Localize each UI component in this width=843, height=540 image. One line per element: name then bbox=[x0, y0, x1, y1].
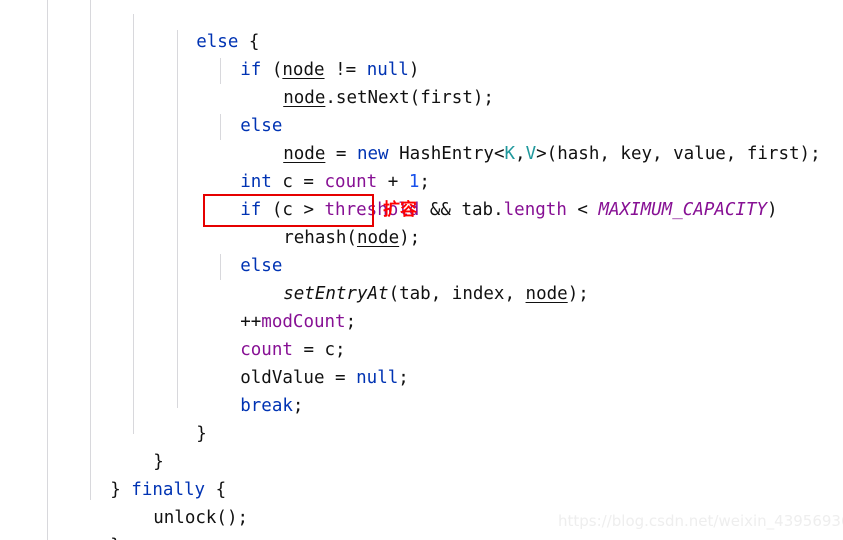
token-field-length: length bbox=[503, 200, 567, 220]
code-line-1: else { bbox=[133, 0, 259, 52]
code-line-17: } finally { bbox=[47, 448, 226, 500]
token-var-node: node bbox=[356, 228, 400, 248]
token-plain: ; bbox=[345, 312, 357, 332]
code-line-6: int c = count + 1; bbox=[177, 140, 430, 192]
code-screenshot: else { if (node != null) node.setNext(fi… bbox=[0, 0, 843, 540]
token-plain: >(hash, key, value, first); bbox=[536, 144, 821, 164]
code-line-18: unlock(); bbox=[90, 476, 248, 528]
token-plain: ); bbox=[399, 228, 421, 248]
token-plain: ) bbox=[767, 200, 778, 220]
token-constant-maximum-capacity: MAXIMUM_CAPACITY bbox=[598, 200, 768, 220]
code-line-5: node = new HashEntry<K,V>(hash, key, val… bbox=[220, 112, 820, 164]
token-call-rehash: rehash( bbox=[283, 228, 357, 248]
code-line-19: } bbox=[47, 504, 121, 540]
token-plain: .setNext(first); bbox=[325, 88, 494, 108]
token-plain: && tab. bbox=[419, 200, 504, 220]
token-plain: ; bbox=[398, 368, 409, 388]
code-line-16: } bbox=[90, 420, 164, 472]
token-plain: < bbox=[566, 200, 599, 220]
code-line-4: else bbox=[177, 84, 282, 136]
code-line-11: ++modCount; bbox=[177, 280, 356, 332]
token-brace: } bbox=[196, 424, 207, 444]
code-line-2: if (node != null) bbox=[177, 28, 419, 80]
watermark-text: https://blog.csdn.net/weixin_43956936 bbox=[558, 512, 843, 530]
code-block: else { if (node != null) node.setNext(fi… bbox=[0, 0, 843, 540]
token-call-unlock: unlock(); bbox=[153, 508, 249, 528]
code-line-10: setEntryAt(tab, index, node); bbox=[220, 252, 589, 304]
token-var-node: node bbox=[283, 88, 326, 108]
token-typeparam-v: V bbox=[525, 144, 537, 164]
token-plain: ; bbox=[292, 396, 304, 416]
token-plain: (tab, index, bbox=[388, 284, 526, 304]
code-line-3: node.setNext(first); bbox=[220, 56, 494, 108]
annotation-label: 扩容 bbox=[383, 200, 417, 220]
code-line-12: count = c; bbox=[177, 308, 345, 360]
code-line-14: break; bbox=[177, 364, 303, 416]
token-keyword-null: null bbox=[356, 368, 399, 388]
code-line-15: } bbox=[133, 392, 207, 444]
token-typeparam-k: K bbox=[504, 144, 516, 164]
token-plain: , bbox=[515, 144, 526, 164]
code-line-13: oldValue = null; bbox=[177, 336, 409, 388]
code-line-7: if (c > threshold && tab.length < MAXIMU… bbox=[177, 168, 777, 220]
token-var-node: node bbox=[525, 284, 568, 304]
token-brace: } bbox=[110, 536, 121, 540]
code-line-9: else bbox=[177, 224, 282, 276]
token-plain: ); bbox=[567, 284, 589, 304]
token-keyword-break: break bbox=[240, 396, 293, 416]
